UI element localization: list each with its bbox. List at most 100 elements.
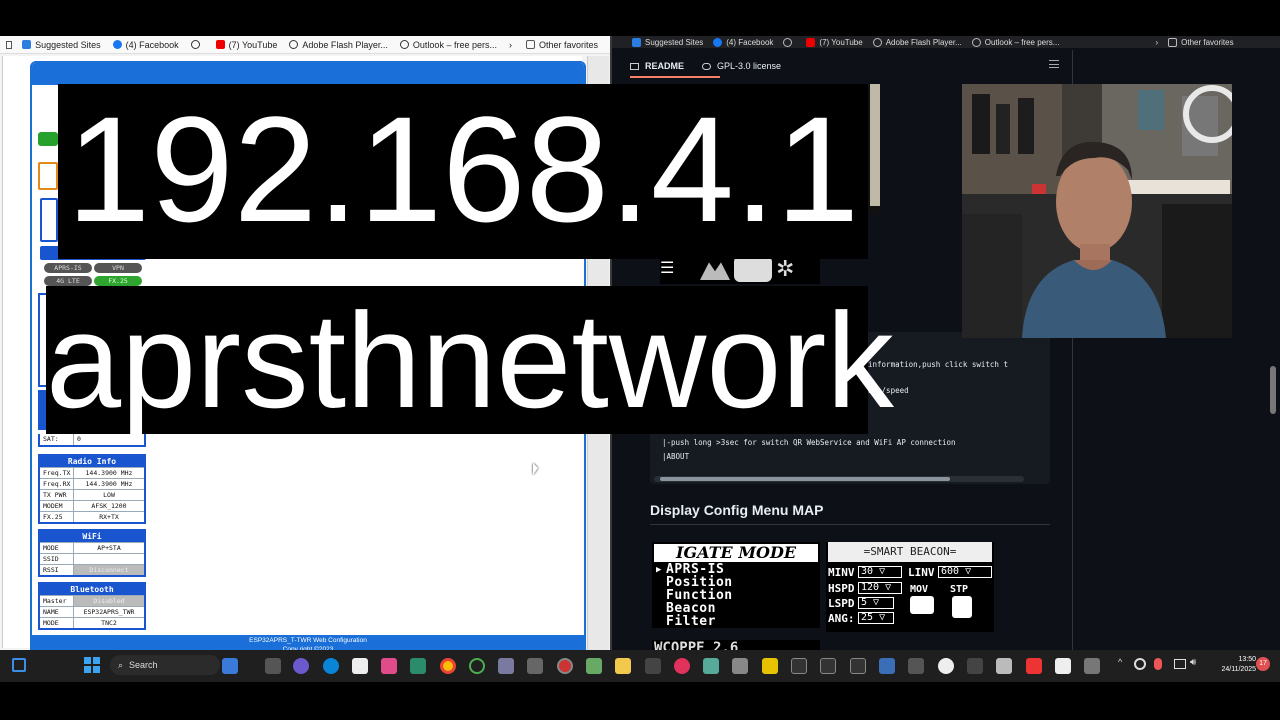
- favorite-globe[interactable]: [783, 37, 796, 47]
- sync-icon[interactable]: [1134, 658, 1146, 670]
- app-icon[interactable]: [1026, 658, 1042, 674]
- code-scroll-thumb[interactable]: [660, 477, 950, 481]
- clock-time: 13:50: [1238, 656, 1256, 663]
- app-icon[interactable]: [996, 658, 1012, 674]
- app-icon[interactable]: [762, 658, 778, 674]
- widgets-icon[interactable]: [222, 658, 238, 674]
- app-icon[interactable]: [410, 658, 426, 674]
- favorite-outlook[interactable]: Outlook – free pers...: [399, 40, 497, 50]
- footer-title: ESP32APRS_T-TWR Web Configuration: [249, 637, 367, 644]
- taskbar-search[interactable]: ⌕ Search: [110, 655, 220, 675]
- bluetooth-panel: Bluetooth Master Disabled NAME ESP32APRS_T…: [38, 582, 146, 630]
- network-icon: [700, 262, 730, 280]
- desktop-icon[interactable]: [12, 658, 26, 672]
- clock[interactable]: 13:50 24/11/2025: [1206, 655, 1256, 675]
- dashboard-tab[interactable]: [38, 132, 58, 146]
- favorite-youtube[interactable]: (7) YouTube: [806, 37, 863, 47]
- lcd-banner: =SMART BEACON=: [828, 542, 992, 562]
- outline-menu-icon[interactable]: [1049, 60, 1059, 68]
- windows-start-icon[interactable]: [84, 657, 100, 673]
- app-icon[interactable]: [674, 658, 690, 674]
- folder-icon: [1168, 37, 1178, 47]
- notification-badge[interactable]: 17: [1256, 657, 1270, 671]
- cat-icon[interactable]: [850, 658, 866, 674]
- facebook-icon: [112, 40, 122, 49]
- vpn-status: VPN: [94, 263, 142, 273]
- favorite-facebook[interactable]: (4) Facebook: [112, 40, 179, 50]
- app-icon[interactable]: [938, 658, 954, 674]
- selection-arrow-icon: ▶: [656, 565, 662, 575]
- app-icon[interactable]: [527, 658, 543, 674]
- radio-info-title: Radio Info: [40, 456, 144, 467]
- app-icon[interactable]: [645, 658, 661, 674]
- folder-icon: [525, 40, 535, 49]
- favorite-other[interactable]: Other favorites: [525, 40, 598, 50]
- vertical-scrollbar-dark[interactable]: [1267, 66, 1280, 650]
- radio-info-panel: Radio Info Freq.TX 144.3900 MHz Freq.RX 14…: [38, 454, 146, 524]
- bluetooth-row: Master Disabled: [40, 595, 144, 606]
- app-icon[interactable]: [498, 658, 514, 674]
- suggested-sites-icon: [632, 37, 641, 47]
- chevron-up-icon[interactable]: ^: [1118, 657, 1122, 667]
- edge-browser-icon[interactable]: [323, 658, 339, 674]
- app-icon[interactable]: [879, 658, 895, 674]
- code-line: |-push long >3sec for switch QR WebServi…: [662, 438, 956, 447]
- app-icon[interactable]: [469, 658, 485, 674]
- calculator-icon[interactable]: [908, 658, 924, 674]
- bluetooth-row: MODE TNC2: [40, 617, 144, 628]
- store-icon[interactable]: [381, 658, 397, 674]
- scrollbar-thumb[interactable]: [1270, 366, 1276, 414]
- favorites-bar: Suggested Sites (4) Facebook (7) YouTube…: [0, 36, 610, 54]
- globe-icon: [190, 40, 200, 49]
- file-explorer-icon[interactable]: [615, 658, 631, 674]
- microphone-icon[interactable]: [1154, 658, 1162, 670]
- facebook-icon: [713, 37, 723, 47]
- status-box: [38, 162, 58, 190]
- favorite-outlook[interactable]: Outlook – free pers...: [971, 37, 1059, 47]
- tab-actions-icon[interactable]: [6, 40, 13, 49]
- device-photo-edge: [870, 84, 880, 206]
- capcut-icon[interactable]: [1055, 658, 1071, 674]
- chrome-icon[interactable]: [440, 658, 456, 674]
- wifi-row: MODE AP+STA: [40, 542, 144, 553]
- volume-icon[interactable]: 🔊︎: [1190, 657, 1196, 668]
- info-box: [40, 198, 58, 242]
- chevron-right-icon[interactable]: ›: [1155, 38, 1158, 47]
- app-icon[interactable]: [732, 658, 748, 674]
- app-icon[interactable]: [703, 658, 719, 674]
- network-icon[interactable]: [1174, 659, 1186, 669]
- favorite-adobe-flash[interactable]: Adobe Flash Player...: [289, 40, 388, 50]
- favorite-globe[interactable]: [190, 40, 204, 49]
- favorite-suggested-sites[interactable]: Suggested Sites: [22, 40, 101, 50]
- favorite-youtube[interactable]: (7) YouTube: [215, 40, 277, 50]
- favorite-facebook[interactable]: (4) Facebook: [713, 37, 773, 47]
- radio-row: Freq.TX 144.3900 MHz: [40, 467, 144, 478]
- sdr-icon[interactable]: [791, 658, 807, 674]
- car-moving-icon: [910, 596, 934, 614]
- letterbox-bottom: [0, 682, 1280, 720]
- tab-license[interactable]: GPL-3.0 license: [702, 61, 781, 71]
- lspd-field: 5 ▽: [858, 597, 894, 609]
- letterbox-top: [0, 0, 1280, 36]
- favorite-adobe-flash[interactable]: Adobe Flash Player...: [872, 37, 962, 47]
- task-view-icon[interactable]: [265, 658, 281, 674]
- suggested-sites-icon: [22, 40, 32, 49]
- app-icon[interactable]: [586, 658, 602, 674]
- tab-readme[interactable]: README: [630, 61, 684, 71]
- favorite-other[interactable]: Other favorites: [1168, 37, 1234, 47]
- chevron-right-icon[interactable]: ›: [509, 40, 512, 50]
- section-heading: Display Config Menu MAP: [650, 502, 824, 518]
- chat-icon[interactable]: [293, 658, 309, 674]
- minv-field: 30 ▽: [858, 566, 902, 578]
- favorite-suggested-sites[interactable]: Suggested Sites: [632, 37, 703, 47]
- readme-tabs: README GPL-3.0 license: [630, 56, 1070, 76]
- capcut-icon[interactable]: [352, 658, 368, 674]
- active-tab-underline: [630, 76, 720, 78]
- screen: Suggested Sites (4) Facebook (7) YouTube…: [0, 0, 1280, 720]
- info-panels: Radio Info Freq.TX 144.3900 MHz Freq.RX 14…: [38, 454, 146, 635]
- app-icon[interactable]: [967, 658, 983, 674]
- app-icon-active[interactable]: [557, 658, 573, 674]
- status-pills: APRS-IS VPN 4G LTE FX.25: [40, 262, 146, 286]
- app-icon[interactable]: [1084, 658, 1100, 674]
- dax-icon[interactable]: [820, 658, 836, 674]
